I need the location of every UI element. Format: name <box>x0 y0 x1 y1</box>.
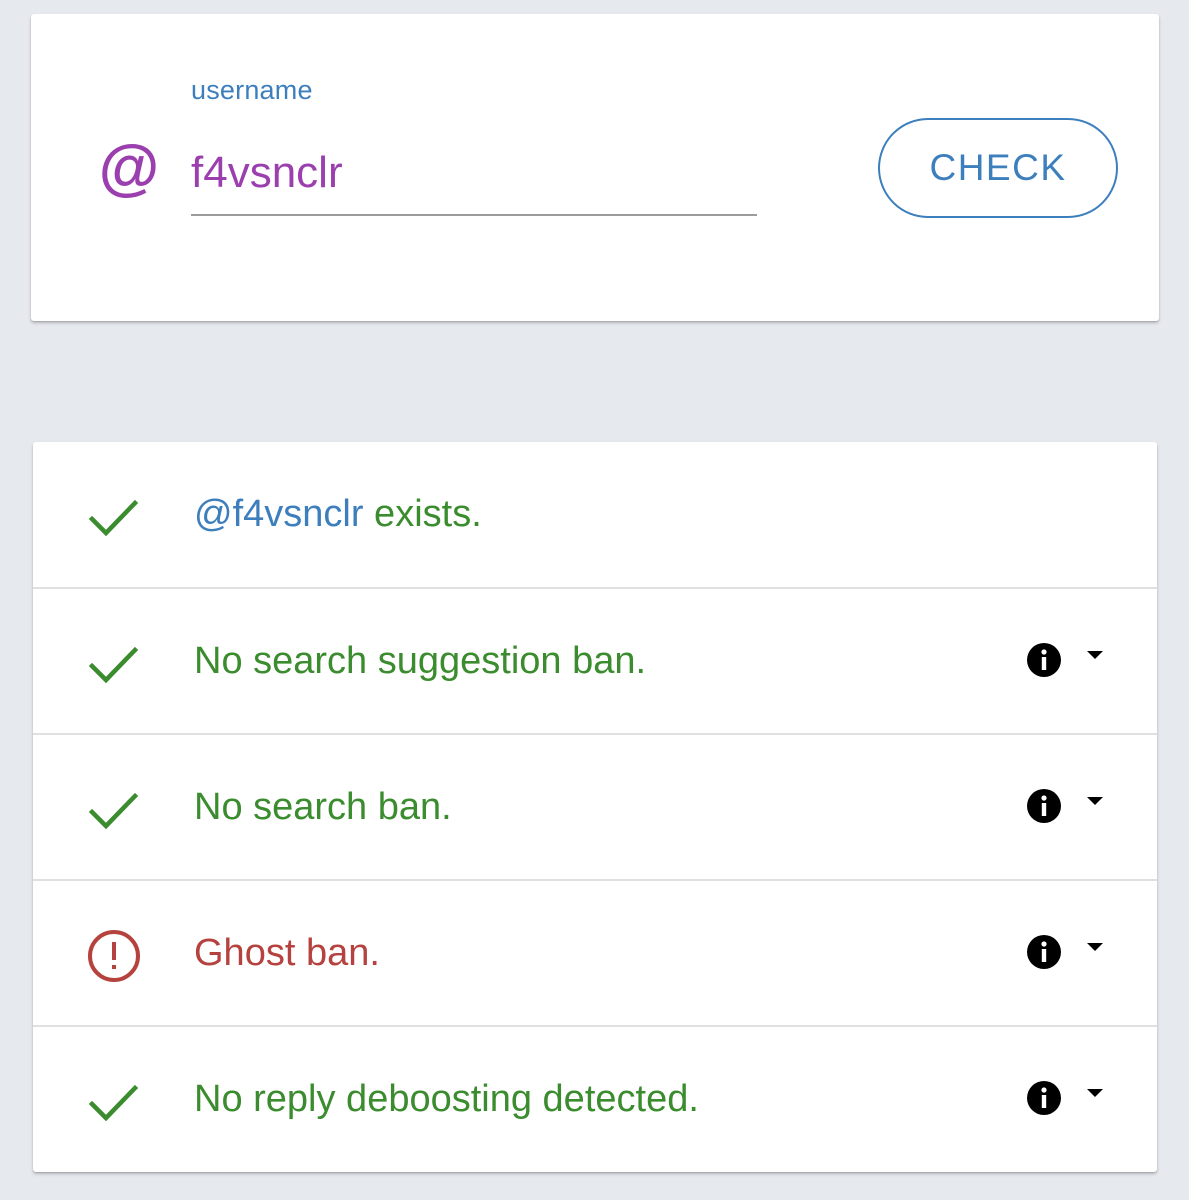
info-icon[interactable] <box>1026 934 1062 970</box>
result-text-ghost-ban: Ghost ban. <box>194 932 380 974</box>
info-icon[interactable] <box>1026 788 1062 824</box>
exclamation-circle-icon <box>88 930 140 982</box>
at-sign-icon: @ <box>98 138 158 200</box>
result-row-reply-deboosting: No reply deboosting detected. <box>33 1025 1157 1171</box>
check-icon <box>88 646 139 684</box>
result-row-ghost-ban: Ghost ban. <box>33 879 1157 1025</box>
username-input[interactable] <box>191 132 757 216</box>
search-card: username @ CHECK <box>31 14 1159 321</box>
result-text-search-suggestion-ban: No search suggestion ban. <box>194 640 647 682</box>
info-icon[interactable] <box>1026 642 1062 678</box>
caret-down-icon[interactable] <box>1085 649 1105 661</box>
results-card: @f4vsnclr exists. No search suggestion b… <box>33 442 1157 1172</box>
caret-down-icon[interactable] <box>1085 795 1105 807</box>
result-row-search-suggestion-ban: No search suggestion ban. <box>33 587 1157 733</box>
check-icon <box>88 1084 139 1122</box>
username-label: username <box>191 75 313 105</box>
caret-down-icon[interactable] <box>1085 941 1105 953</box>
result-text-exists: @f4vsnclr exists. <box>194 490 482 538</box>
svg-text:@: @ <box>98 138 158 200</box>
result-row-exists: @f4vsnclr exists. <box>33 442 1157 588</box>
exists-text: exists. <box>363 493 482 535</box>
info-icon[interactable] <box>1026 1080 1062 1116</box>
check-icon <box>88 792 139 830</box>
result-row-search-ban: No search ban. <box>33 733 1157 879</box>
handle-link[interactable]: @f4vsnclr <box>194 493 364 535</box>
result-text-reply-deboosting: No reply deboosting detected. <box>194 1078 699 1120</box>
caret-down-icon[interactable] <box>1085 1087 1105 1099</box>
result-text-search-ban: No search ban. <box>194 786 452 828</box>
check-icon <box>88 499 139 537</box>
check-button[interactable]: CHECK <box>878 118 1118 218</box>
